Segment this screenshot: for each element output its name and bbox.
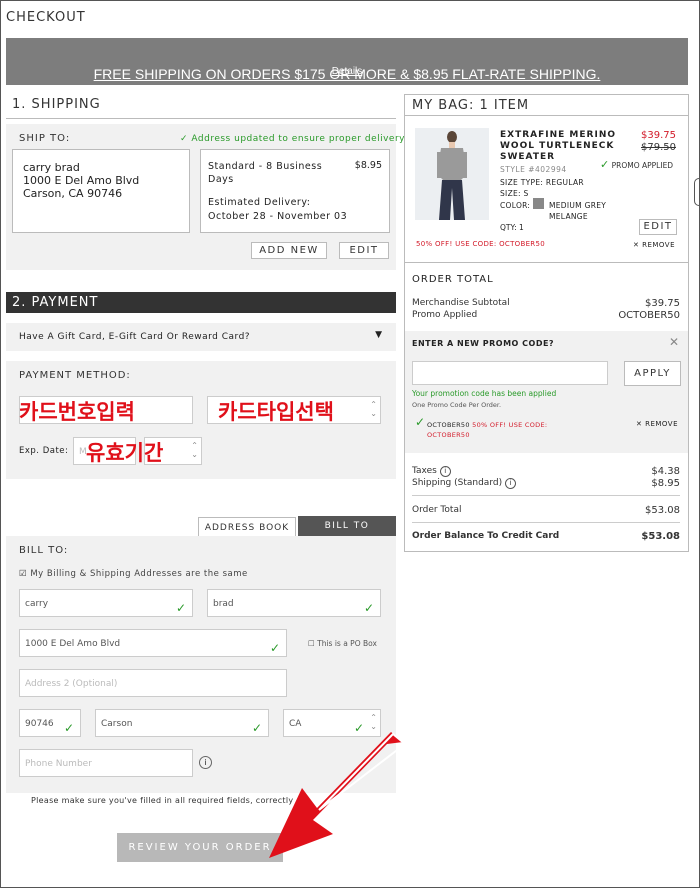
applied-promo-desc: OCTOBER50 50% OFF! USE CODE: OCTOBER50 bbox=[427, 421, 548, 439]
divider bbox=[405, 115, 688, 116]
divider bbox=[6, 118, 396, 119]
card-type-annotation: 카드타입선택 bbox=[218, 400, 334, 424]
balance-row: Order Balance To Credit Card $53.08 bbox=[412, 531, 680, 542]
sale-price: $39.75 bbox=[641, 130, 676, 141]
remove-item-button[interactable]: ✕ REMOVE bbox=[633, 241, 675, 249]
bill-to-label: BILL TO: bbox=[19, 545, 69, 556]
info-icon: i bbox=[504, 478, 516, 489]
bag-heading: MY BAG: 1 ITEM bbox=[412, 98, 530, 113]
payment-heading: 2. PAYMENT bbox=[12, 295, 99, 310]
payment-method-label: PAYMENT METHOD: bbox=[19, 370, 131, 381]
bill-address1[interactable]: 1000 E Del Amo Blvd ✓ bbox=[19, 629, 287, 657]
shipping-method-price: $8.95 bbox=[354, 160, 382, 171]
quantity: QTY: 1 bbox=[500, 223, 524, 232]
promo-applied-row: Promo Applied OCTOBER50 bbox=[412, 310, 680, 321]
payment-header: 2. PAYMENT bbox=[6, 292, 396, 313]
promo-banner: FREE SHIPPING ON ORDERS $175 OR MORE & $… bbox=[6, 38, 688, 85]
applied-check-icon: ✓ bbox=[415, 415, 426, 429]
bill-phone[interactable]: Phone Number bbox=[19, 749, 193, 777]
product-image[interactable] bbox=[415, 128, 489, 220]
remove-promo-button[interactable]: ✕ REMOVE bbox=[636, 420, 678, 428]
bill-first-name[interactable]: carry ✓ bbox=[19, 589, 193, 617]
bill-address2[interactable]: Address 2 (Optional) bbox=[19, 669, 287, 697]
divider bbox=[405, 262, 688, 263]
size-type: SIZE TYPE: REGULAR bbox=[500, 178, 584, 187]
ship-city: Carson, CA 90746 bbox=[23, 187, 123, 200]
expiry-annotation: 유효기간 bbox=[86, 441, 164, 465]
page-title: CHECKOUT bbox=[6, 10, 86, 25]
bill-last-name[interactable]: brad ✓ bbox=[207, 589, 381, 617]
scroll-handle[interactable] bbox=[694, 178, 700, 206]
promo-success-message: Your promotion code has been applied bbox=[412, 389, 557, 398]
color-value: MEDIUM GREY MELANGE bbox=[549, 201, 607, 221]
shipping-row: Shipping (Standard) i $8.95 bbox=[412, 478, 680, 489]
gift-card-toggle[interactable]: Have A Gift Card, E-Gift Card Or Reward … bbox=[6, 323, 396, 351]
order-total-heading: ORDER TOTAL bbox=[412, 274, 494, 285]
tab-address-book[interactable]: ADDRESS BOOK bbox=[198, 517, 296, 537]
same-address-checkbox[interactable]: ☑ My Billing & Shipping Addresses are th… bbox=[19, 569, 248, 579]
color-label: COLOR: bbox=[500, 201, 531, 210]
bill-zip[interactable]: 90746 ✓ bbox=[19, 709, 81, 737]
address-updated-note: ✓ Address updated to ensure proper deliv… bbox=[180, 134, 405, 144]
info-icon: i bbox=[439, 466, 451, 477]
arrow-annotation-icon bbox=[269, 732, 407, 858]
close-icon[interactable]: ✕ bbox=[669, 335, 679, 349]
merch-subtotal-row: Merchandise Subtotal $39.75 bbox=[412, 298, 680, 309]
color-swatch bbox=[533, 198, 544, 209]
estimated-delivery-label: Estimated Delivery: bbox=[208, 197, 311, 208]
caret-down-icon: ▼ bbox=[375, 330, 382, 340]
product-name[interactable]: EXTRAFINE MERINO WOOL TURTLENECK SWEATER bbox=[500, 130, 616, 163]
one-promo-note: One Promo Code Per Order. bbox=[412, 401, 502, 409]
shipping-method-card[interactable]: Standard - 8 Business Days $8.95 Estimat… bbox=[200, 149, 390, 233]
item-promo-note: 50% OFF! USE CODE: OCTOBER50 bbox=[416, 240, 545, 248]
taxes-row: Taxes i $4.38 bbox=[412, 466, 680, 477]
promo-code-input[interactable] bbox=[412, 361, 608, 385]
order-total-row: Order Total $53.08 bbox=[412, 505, 680, 516]
tab-bill-to[interactable]: BILL TO bbox=[298, 516, 396, 536]
exp-date-label: Exp. Date: bbox=[19, 446, 69, 456]
shipping-heading: 1. SHIPPING bbox=[12, 97, 101, 112]
divider bbox=[412, 522, 680, 523]
edit-shipping-button[interactable]: EDIT bbox=[339, 242, 389, 259]
estimated-delivery-dates: October 28 - November 03 bbox=[208, 211, 348, 222]
enter-promo-label: ENTER A NEW PROMO CODE? bbox=[412, 339, 555, 348]
divider bbox=[412, 495, 680, 496]
original-price: $79.50 bbox=[641, 142, 676, 153]
style-number: STYLE #402994 bbox=[500, 165, 567, 174]
bill-city[interactable]: Carson ✓ bbox=[95, 709, 269, 737]
banner-details-link[interactable]: Details bbox=[6, 66, 688, 77]
gift-card-label: Have A Gift Card, E-Gift Card Or Reward … bbox=[19, 332, 251, 342]
ship-to-label: SHIP TO: bbox=[19, 133, 71, 144]
edit-item-button[interactable]: EDIT bbox=[639, 219, 677, 235]
apply-promo-button[interactable]: APPLY bbox=[624, 361, 681, 386]
card-number-annotation: 카드번호입력 bbox=[19, 400, 135, 424]
ship-street: 1000 E Del Amo Blvd bbox=[23, 174, 140, 187]
add-new-button[interactable]: ADD NEW bbox=[251, 242, 327, 259]
promo-applied-badge: ✓ PROMO APPLIED bbox=[600, 158, 674, 171]
ship-name: carry brad bbox=[23, 161, 80, 174]
size: SIZE: S bbox=[500, 189, 529, 198]
po-box-checkbox[interactable]: ☐ This is a PO Box bbox=[308, 639, 377, 648]
shipping-method-name: Standard - 8 Business Days bbox=[208, 161, 323, 185]
ship-address-card[interactable]: carry brad 1000 E Del Amo Blvd Carson, C… bbox=[12, 149, 190, 233]
info-icon[interactable]: i bbox=[199, 756, 212, 769]
